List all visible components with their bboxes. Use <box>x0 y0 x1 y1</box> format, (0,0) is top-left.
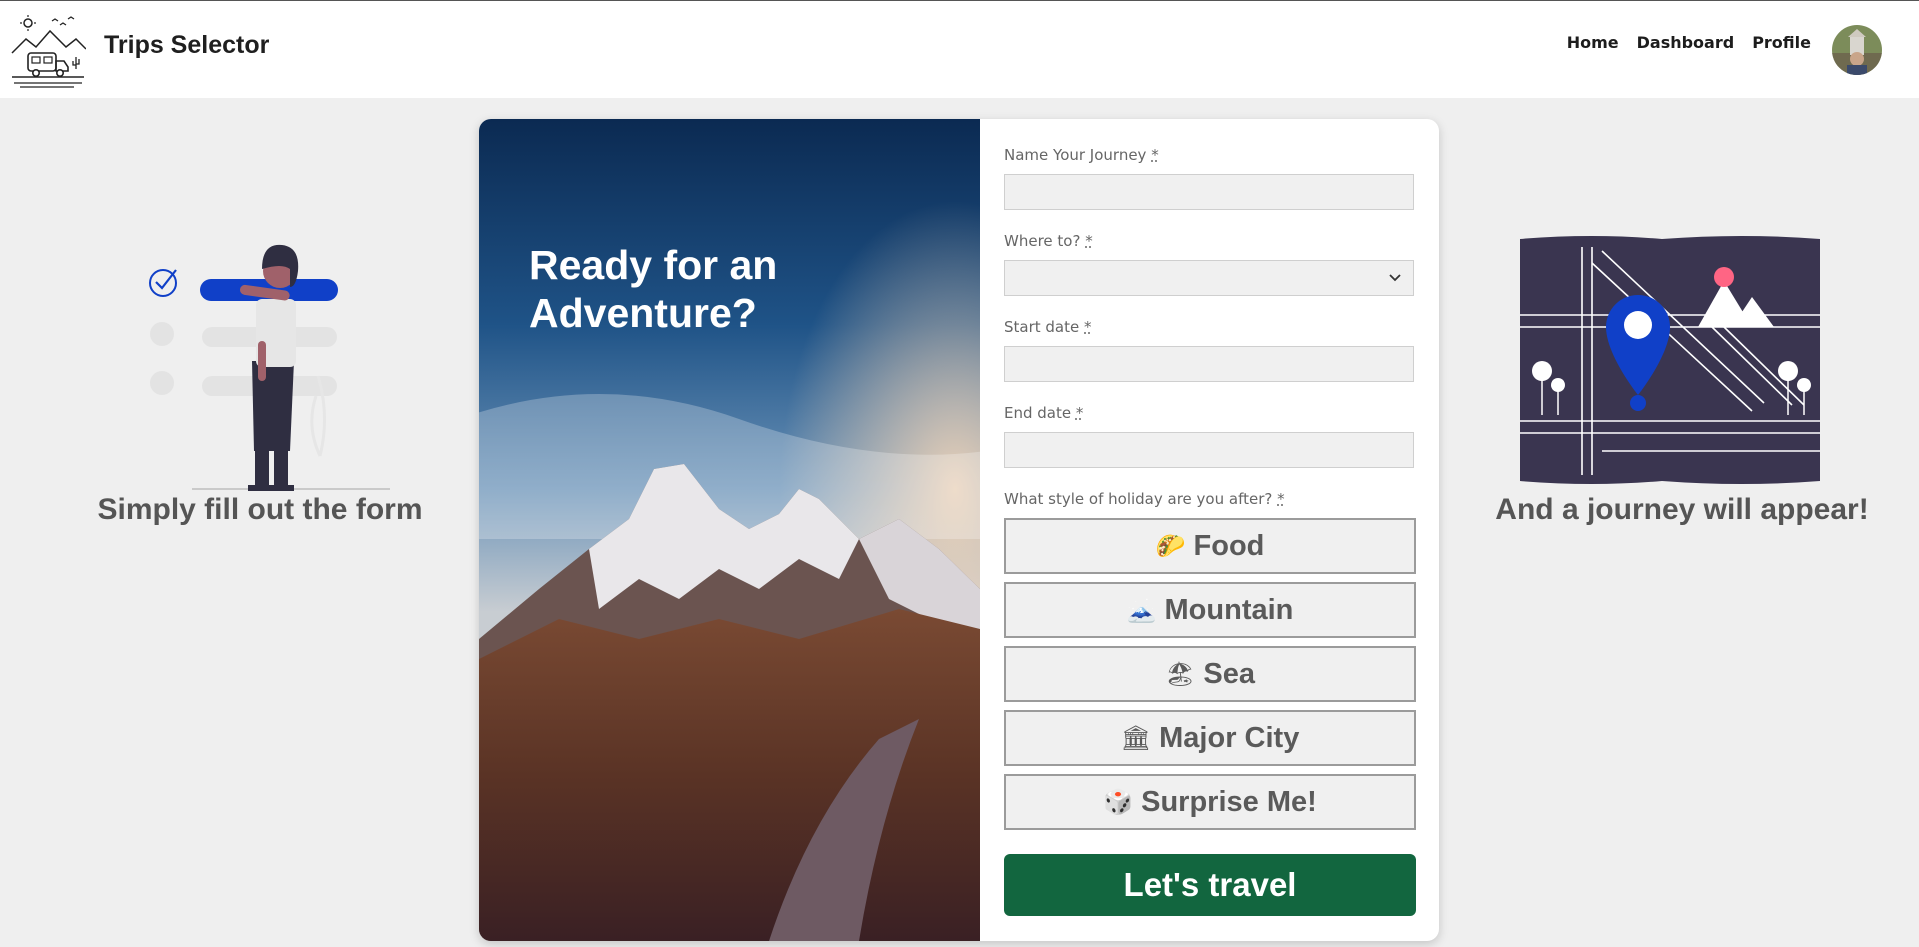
style-food-button[interactable]: 🌮 Food <box>1004 518 1416 574</box>
holiday-style-label: What style of holiday are you after? * <box>1004 490 1285 508</box>
app-title[interactable]: Trips Selector <box>104 31 269 60</box>
destination-select[interactable] <box>1004 260 1414 296</box>
required-marker: * <box>1084 318 1092 336</box>
start-date-input[interactable] <box>1004 346 1414 382</box>
avatar-image <box>1832 25 1882 75</box>
nav-link-dashboard[interactable]: Dashboard <box>1637 33 1735 52</box>
map-illustration <box>1520 236 1820 484</box>
left-caption: Simply fill out the form <box>97 493 423 526</box>
mountain-icon: 🗻 <box>1126 596 1157 624</box>
required-marker: * <box>1277 490 1285 508</box>
start-date-label: Start date * <box>1004 318 1092 336</box>
nav-link-home[interactable]: Home <box>1567 33 1619 52</box>
name-label: Name Your Journey * <box>1004 146 1159 164</box>
trip-form-card: Ready for an Adventure? Name Your Journe… <box>479 119 1439 941</box>
style-mountain-button[interactable]: 🗻 Mountain <box>1004 582 1416 638</box>
style-major-city-button[interactable]: 🏛 Major City <box>1004 710 1416 766</box>
chevron-down-icon <box>1389 274 1401 282</box>
end-date-input[interactable] <box>1004 432 1414 468</box>
nav-links: Home Dashboard Profile <box>1567 33 1811 52</box>
right-caption: And a journey will appear! <box>1495 493 1869 526</box>
hero-title: Ready for an Adventure? <box>529 242 778 336</box>
required-marker: * <box>1151 146 1159 164</box>
required-marker: * <box>1085 232 1093 250</box>
nav-link-profile[interactable]: Profile <box>1752 33 1811 52</box>
classical-building-icon: 🏛 <box>1120 724 1152 752</box>
where-label: Where to? * <box>1004 232 1093 250</box>
lets-travel-button[interactable]: Let's travel <box>1004 854 1416 916</box>
style-surprise-button[interactable]: 🎲 Surprise Me! <box>1004 774 1416 830</box>
navbar: Trips Selector Home Dashboard Profile <box>0 1 1919 98</box>
camper-logo-icon[interactable] <box>10 13 86 89</box>
journey-name-input[interactable] <box>1004 174 1414 210</box>
end-date-label: End date * <box>1004 404 1084 422</box>
beach-icon: 🏖 <box>1164 660 1196 688</box>
avatar[interactable] <box>1832 25 1882 75</box>
taco-icon: 🌮 <box>1155 532 1186 560</box>
style-sea-button[interactable]: 🏖 Sea <box>1004 646 1416 702</box>
required-marker: * <box>1075 404 1084 422</box>
form-filling-illustration <box>149 244 390 491</box>
dice-icon: 🎲 <box>1103 788 1134 816</box>
